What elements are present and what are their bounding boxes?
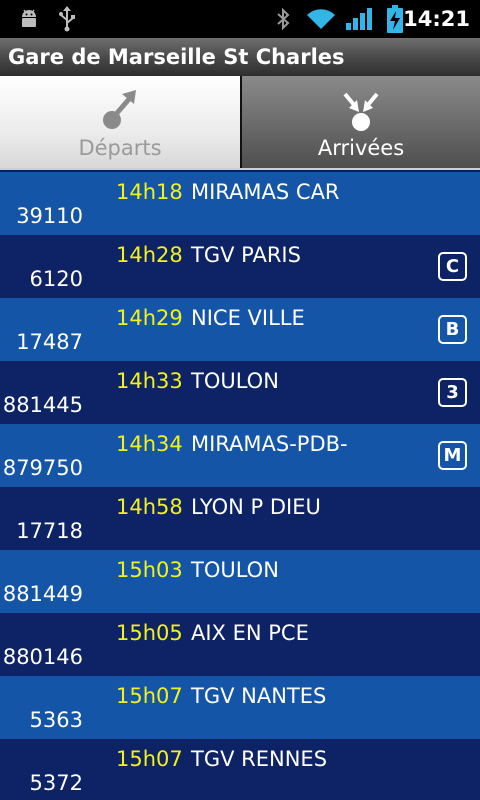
train-time: 14h33 <box>116 369 183 393</box>
train-destination: LYON P DIEU <box>191 495 321 519</box>
train-number: 5372 <box>29 771 83 795</box>
arrivals-icon <box>331 84 391 132</box>
departures-icon <box>90 84 150 132</box>
train-number: 17718 <box>16 519 83 543</box>
bluetooth-icon <box>272 0 294 38</box>
train-number: 17487 <box>16 330 83 354</box>
tab-departs-label: Départs <box>78 136 162 160</box>
train-number: 5363 <box>29 708 83 732</box>
list-item[interactable]: 14h18 MIRAMAS CAR 39110 <box>0 172 480 235</box>
train-destination: MIRAMAS-PDB- <box>191 432 348 456</box>
train-number: 39110 <box>16 204 83 228</box>
list-item[interactable]: 15h05 AIX EN PCE 880146 <box>0 613 480 676</box>
train-time: 14h34 <box>116 432 183 456</box>
list-item[interactable]: 14h58 LYON P DIEU 17718 <box>0 487 480 550</box>
train-destination: NICE VILLE <box>191 306 305 330</box>
train-number: 879750 <box>2 456 83 480</box>
train-destination: TOULON <box>191 369 279 393</box>
train-destination: TGV PARIS <box>191 243 301 267</box>
signal-icon <box>344 0 374 38</box>
train-number: 6120 <box>29 267 83 291</box>
platform-badge: M <box>438 441 467 470</box>
tab-divider <box>0 168 480 170</box>
train-time: 15h03 <box>116 558 183 582</box>
page-title: Gare de Marseille St Charles <box>8 45 345 69</box>
platform-badge: B <box>438 315 467 344</box>
train-time: 15h05 <box>116 621 183 645</box>
train-destination: TGV RENNES <box>191 747 328 771</box>
train-time: 15h07 <box>116 684 183 708</box>
tab-departs[interactable]: Départs <box>0 76 240 168</box>
train-time: 15h07 <box>116 747 183 771</box>
platform-badge: C <box>438 252 467 281</box>
list-item[interactable]: 14h34 MIRAMAS-PDB- 879750 M <box>0 424 480 487</box>
train-destination: TGV NANTES <box>191 684 327 708</box>
train-list[interactable]: 14h18 MIRAMAS CAR 39110 14h28 TGV PARIS 6120 C… <box>0 172 480 800</box>
train-time: 14h28 <box>116 243 183 267</box>
wifi-icon <box>304 0 338 38</box>
list-item[interactable]: 15h07 TGV NANTES 5363 <box>0 676 480 739</box>
android-debug-icon <box>16 0 42 38</box>
train-destination: TOULON <box>191 558 279 582</box>
status-bar: 14:21 <box>0 0 480 38</box>
tab-arrivees-label: Arrivées <box>317 136 405 160</box>
status-time: 14:21 <box>403 7 470 31</box>
train-time: 14h18 <box>116 180 183 204</box>
train-number: 880146 <box>2 645 83 669</box>
list-item[interactable]: 14h28 TGV PARIS 6120 C <box>0 235 480 298</box>
list-item[interactable]: 15h07 TGV RENNES 5372 <box>0 739 480 800</box>
list-item[interactable]: 15h03 TOULON 881449 <box>0 550 480 613</box>
train-time: 14h29 <box>116 306 183 330</box>
train-number: 881445 <box>2 393 83 417</box>
platform-badge: 3 <box>438 378 467 407</box>
list-item[interactable]: 14h29 NICE VILLE 17487 B <box>0 298 480 361</box>
title-bar: Gare de Marseille St Charles <box>0 38 480 77</box>
train-destination: AIX EN PCE <box>191 621 309 645</box>
tab-arrivees[interactable]: Arrivées <box>242 76 480 168</box>
train-destination: MIRAMAS CAR <box>191 180 340 204</box>
train-number: 881449 <box>2 582 83 606</box>
train-time: 14h58 <box>116 495 183 519</box>
list-item[interactable]: 14h33 TOULON 881445 3 <box>0 361 480 424</box>
usb-icon <box>54 0 80 38</box>
tab-bar: Départs Arrivées <box>0 76 480 170</box>
